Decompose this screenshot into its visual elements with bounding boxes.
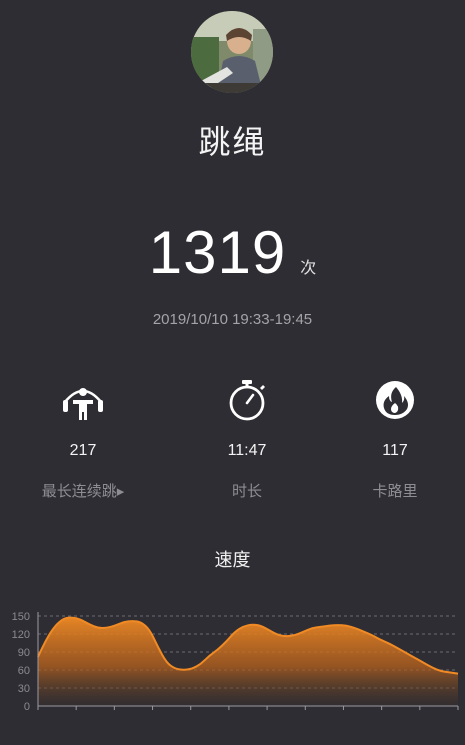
y-tick-label: 90 <box>18 647 30 659</box>
speed-chart-title: 速度 <box>214 550 251 571</box>
stat-duration: 11:47 时长 <box>172 378 322 501</box>
stat-duration-value: 11:47 <box>227 442 267 459</box>
y-tick-label: 120 <box>12 629 30 641</box>
avatar-photo <box>191 11 273 93</box>
flame-icon <box>376 381 414 419</box>
jump-rope-icon <box>63 388 103 420</box>
jump-count-value: 1319 <box>148 219 287 286</box>
jump-count-unit: 次 <box>300 258 317 277</box>
stat-calories: 117 卡路里 <box>320 378 465 501</box>
stat-calories-label: 卡路里 <box>372 482 418 500</box>
stopwatch-icon <box>229 380 265 421</box>
jump-count: 1319 次 <box>0 218 465 287</box>
avatar[interactable] <box>191 11 273 93</box>
y-tick-label: 0 <box>24 701 30 713</box>
y-tick-label: 150 <box>12 611 30 623</box>
stat-longest-streak-label: 最长连续跳▸ <box>41 482 125 500</box>
y-tick-label: 60 <box>18 665 30 677</box>
speed-chart: 0 30 60 90 120 150 <box>12 611 459 713</box>
stat-longest-streak-value: 217 <box>69 442 97 459</box>
page-title: 跳绳 <box>198 123 267 161</box>
stat-calories-value: 117 <box>382 442 408 459</box>
stat-duration-label: 时长 <box>231 482 262 500</box>
stat-longest-streak[interactable]: 217 最长连续跳▸ <box>8 378 158 501</box>
speed-area <box>38 617 458 706</box>
y-tick-label: 30 <box>18 683 30 695</box>
session-datetime: 2019/10/10 19:33-19:45 <box>152 311 313 328</box>
